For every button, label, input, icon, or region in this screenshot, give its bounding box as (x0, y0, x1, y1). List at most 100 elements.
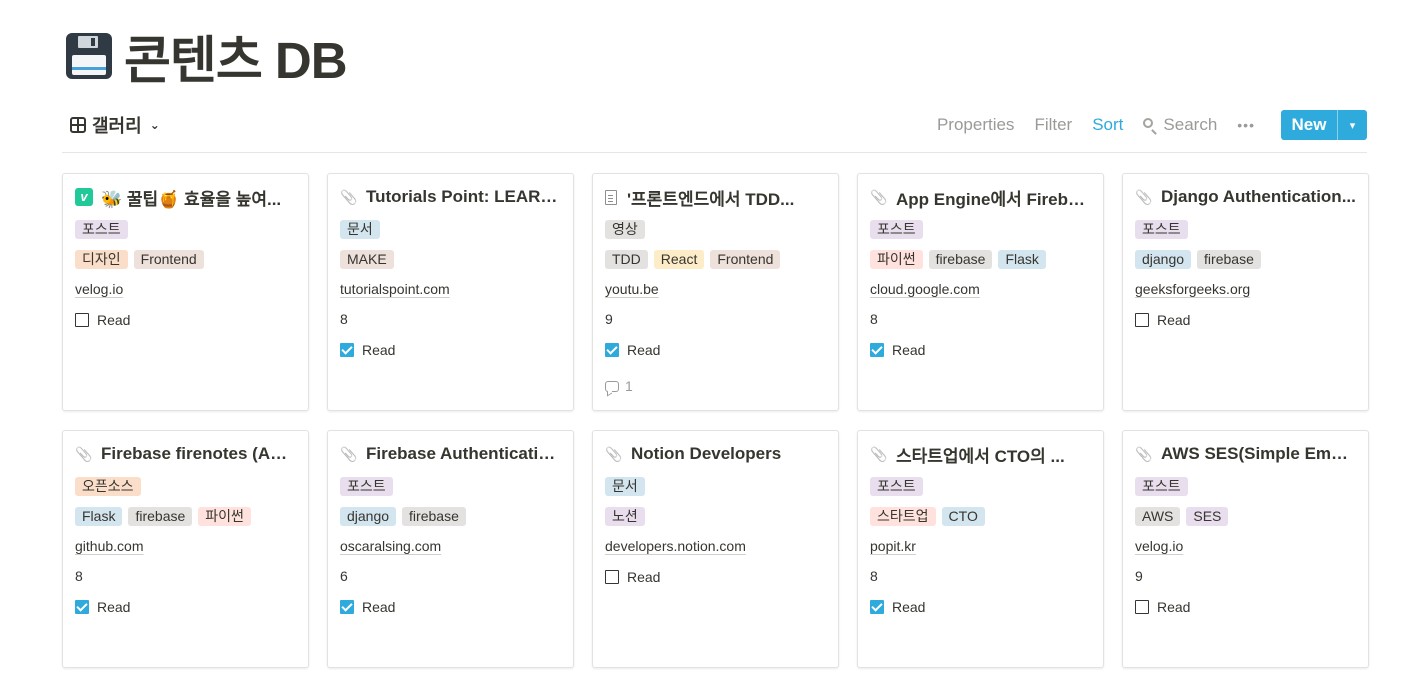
card-url[interactable]: developers.notion.com (605, 536, 826, 557)
read-checkbox-row[interactable]: Read (870, 339, 1091, 360)
filter-button[interactable]: Filter (1034, 115, 1072, 135)
paperclip-icon: 📎 (1135, 188, 1153, 205)
read-checkbox-row[interactable]: Read (605, 339, 826, 360)
checked-checkbox[interactable] (870, 599, 884, 614)
gallery-grid: v 🐝 꿀팁🍯 효율을 높여... 포스트 디자인 Frontend velog.io Re… (62, 173, 1369, 668)
card-title[interactable]: 📎 Firebase Authenticatio... (340, 443, 561, 465)
tag: django (340, 507, 397, 526)
card-title-text: 🐝 꿀팁🍯 효율을 높여... (101, 189, 282, 209)
view-label: 갤러리 (92, 116, 142, 136)
url-text: tutorialspoint.com (340, 281, 450, 297)
checked-checkbox[interactable] (605, 342, 619, 357)
more-options-icon[interactable]: ••• (1237, 117, 1255, 133)
topic-tag-row: django firebase (340, 506, 561, 527)
card-url[interactable]: velog.io (1135, 536, 1356, 557)
read-checkbox-row[interactable]: Read (75, 309, 296, 330)
read-checkbox-row[interactable]: Read (605, 566, 826, 587)
card-title-text: Django Authentication... (1161, 187, 1356, 206)
floppy-disk-icon[interactable] (66, 33, 112, 79)
new-dropdown-icon[interactable]: ▾ (1337, 110, 1367, 140)
gallery-card[interactable]: 📎 Tutorials Point: LEARN... 문서 MAKE tutorial… (327, 173, 574, 411)
read-checkbox-row[interactable]: Read (870, 596, 1091, 617)
gallery-card[interactable]: '프론트엔드에서 TDD... 영상 TDD React Frontend youtu.b… (592, 173, 839, 411)
checked-checkbox[interactable] (870, 342, 884, 357)
card-url[interactable]: youtu.be (605, 279, 826, 300)
gallery-card[interactable]: v 🐝 꿀팁🍯 효율을 높여... 포스트디자인 Frontend velog.io Re… (62, 173, 309, 411)
comment-count[interactable]: 1 (605, 376, 826, 396)
card-title-text: '프론트엔드에서 TDD... (627, 189, 795, 209)
gallery-card[interactable]: 📎 Notion Developers 문서 노션 developers.notion.… (592, 430, 839, 668)
tag: firebase (402, 507, 466, 526)
card-title[interactable]: 📎 스타트업에서 CTO의 ... (870, 443, 1091, 466)
card-url[interactable]: velog.io (75, 279, 296, 300)
url-text: developers.notion.com (605, 538, 746, 554)
read-label: Read (362, 341, 396, 358)
sort-button[interactable]: Sort (1092, 115, 1123, 135)
page-title[interactable]: 콘텐츠 DB (124, 19, 348, 93)
view-switcher[interactable]: 갤러리 ⌄ (70, 110, 160, 140)
tag: MAKE (340, 250, 394, 269)
tag: 포스트 (870, 477, 923, 496)
topic-tag-row: 디자인 Frontend (75, 249, 296, 270)
paperclip-icon: 📎 (1135, 445, 1153, 462)
card-number: 8 (75, 568, 83, 584)
card-url[interactable]: oscaralsing.com (340, 536, 561, 557)
card-title[interactable]: v 🐝 꿀팁🍯 효율을 높여... (75, 186, 296, 209)
card-url[interactable]: github.com (75, 536, 296, 557)
page-icon (605, 189, 617, 205)
type-tag-row: 포스트 (1135, 476, 1356, 497)
card-url[interactable]: geeksforgeeks.org (1135, 279, 1356, 300)
card-title[interactable]: 📎 Firebase firenotes (Aut... (75, 443, 296, 465)
topic-tag-row: Flask firebase 파이썬 (75, 506, 296, 527)
checked-checkbox[interactable] (340, 342, 354, 357)
gallery-card[interactable]: 📎 스타트업에서 CTO의 ... 포스트 스타트업 CTO popit.kr 8 Read (857, 430, 1104, 668)
tag: 포스트 (340, 477, 393, 496)
gallery-card[interactable]: 📎 App Engine에서 Fireba... 포스트 파이썬 firebase Fla… (857, 173, 1104, 411)
paperclip-icon: 📎 (605, 445, 623, 462)
comment-count-text: 1 (625, 378, 633, 394)
unchecked-checkbox[interactable] (75, 312, 89, 327)
card-url[interactable]: popit.kr (870, 536, 1091, 557)
read-checkbox-row[interactable]: Read (340, 596, 561, 617)
card-title[interactable]: '프론트엔드에서 TDD... (605, 186, 826, 209)
properties-button[interactable]: Properties (937, 115, 1014, 135)
card-url[interactable]: cloud.google.com (870, 279, 1091, 300)
paperclip-icon: 📎 (870, 188, 888, 205)
url-text: cloud.google.com (870, 281, 980, 297)
read-checkbox-row[interactable]: Read (340, 339, 561, 360)
read-checkbox-row[interactable]: Read (75, 596, 296, 617)
type-tag-row: 포스트 (870, 476, 1091, 497)
card-title[interactable]: 📎 App Engine에서 Fireba... (870, 186, 1091, 209)
card-title[interactable]: 📎 AWS SES(Simple Email... (1135, 443, 1356, 465)
tag: 영상 (605, 220, 645, 239)
unchecked-checkbox[interactable] (605, 569, 619, 584)
type-tag-row: 오픈소스 (75, 476, 296, 497)
url-text: velog.io (75, 281, 124, 297)
gallery-card[interactable]: 📎 AWS SES(Simple Email... 포스트 AWS SES velog.i… (1122, 430, 1369, 668)
read-label: Read (892, 598, 926, 615)
gallery-card[interactable]: 📎 Django Authentication... 포스트 django fireba… (1122, 173, 1369, 411)
card-title-text: Firebase Authenticatio... (366, 444, 561, 463)
unchecked-checkbox[interactable] (1135, 312, 1149, 327)
tag: firebase (1197, 250, 1261, 269)
type-tag-row: 포스트 (75, 219, 296, 240)
read-checkbox-row[interactable]: Read (1135, 309, 1356, 330)
checked-checkbox[interactable] (340, 599, 354, 614)
checked-checkbox[interactable] (75, 599, 89, 614)
tag: 문서 (340, 220, 380, 239)
tag: Flask (75, 507, 123, 526)
gallery-card[interactable]: 📎 Firebase firenotes (Aut... 오픈소스 Flask fire… (62, 430, 309, 668)
search-button[interactable]: Search (1143, 115, 1217, 135)
new-button[interactable]: New (1281, 110, 1337, 140)
tag: Frontend (133, 250, 204, 269)
gallery-card[interactable]: 📎 Firebase Authenticatio... 포스트 django fireb… (327, 430, 574, 668)
card-title[interactable]: 📎 Notion Developers (605, 443, 826, 465)
unchecked-checkbox[interactable] (1135, 599, 1149, 614)
read-checkbox-row[interactable]: Read (1135, 596, 1356, 617)
card-title[interactable]: 📎 Django Authentication... (1135, 186, 1356, 208)
velog-icon: v (75, 188, 93, 206)
card-url[interactable]: tutorialspoint.com (340, 279, 561, 300)
card-title[interactable]: 📎 Tutorials Point: LEARN... (340, 186, 561, 208)
type-tag-row: 포스트 (340, 476, 561, 497)
type-tag-row: 문서 (340, 219, 561, 240)
